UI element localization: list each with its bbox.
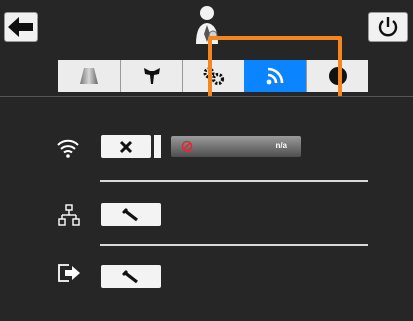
divider — [100, 244, 368, 246]
power-icon — [378, 17, 398, 37]
cone-icon — [80, 68, 98, 84]
divider — [100, 180, 368, 182]
wrench-icon — [122, 207, 138, 221]
export-icon — [56, 262, 82, 284]
back-button[interactable] — [4, 12, 38, 42]
export-settings-button[interactable] — [101, 265, 161, 288]
lan-settings-button[interactable] — [101, 203, 161, 226]
prohibited-icon — [181, 140, 193, 152]
wifi-disable-button[interactable] — [101, 135, 151, 158]
wifi-status-value: n/a — [275, 141, 287, 150]
wifi-icon — [56, 137, 80, 159]
wifi-status-field: n/a — [171, 136, 301, 157]
wrench-icon — [122, 269, 138, 283]
close-icon — [119, 140, 133, 153]
tab-cone[interactable] — [58, 60, 120, 92]
arrow-left-icon — [8, 17, 33, 37]
highlight-box — [208, 36, 342, 100]
top-bar — [0, 0, 413, 100]
network-settings-panel: n/a — [0, 96, 413, 321]
tool-icon — [143, 68, 160, 84]
wifi-toggle-handle[interactable] — [154, 135, 161, 158]
network-lan-icon — [58, 204, 80, 228]
power-button[interactable] — [368, 12, 408, 42]
tab-tool[interactable] — [120, 60, 182, 92]
